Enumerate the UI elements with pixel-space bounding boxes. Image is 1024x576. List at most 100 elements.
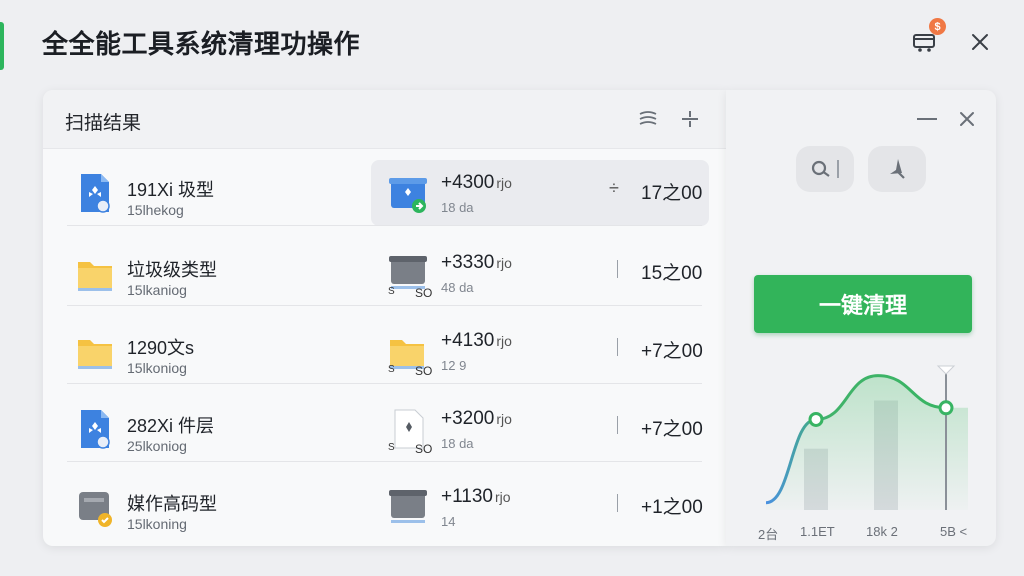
search-icon [811, 160, 839, 178]
result-row[interactable]: 1290文s 15lkoniog S SO +4130 rjo 12 9 +7之00 [43, 308, 726, 384]
gray-box-icon [389, 490, 427, 523]
row-name: 垃圾级类型 [127, 260, 217, 280]
yellow-folder-icon [78, 340, 112, 369]
row-size: 15之00 [641, 263, 703, 284]
row-name: 媒作高码型 [127, 494, 217, 514]
row-mid-suffix: SO [415, 364, 433, 378]
row-icon [75, 252, 115, 294]
row-divider [67, 461, 702, 462]
scan-results-card: 扫描结果 191Xi 圾型 15lhekog +4300 rjo 18 da ÷ 17之00… [43, 90, 726, 546]
row-mid-subtitle: 14 [441, 514, 456, 529]
row-count-value: +4300 [441, 172, 495, 193]
yellow-folder-icon [78, 262, 112, 291]
accent-bar [0, 22, 4, 70]
chart-marker-pointer [936, 365, 956, 375]
row-mid-prefix: S [388, 286, 395, 297]
result-row[interactable]: 垃圾级类型 15lkaniog S SO +3330 rjo 48 da 15之00 [43, 230, 726, 306]
row-mid-prefix: S [388, 442, 395, 453]
row-subtitle: 15lkaniog [127, 282, 187, 298]
row-separator [617, 338, 618, 356]
row-subtitle: 15lhekog [127, 202, 184, 218]
row-mid-subtitle: 48 da [441, 280, 474, 295]
row-count-value: +3330 [441, 252, 495, 273]
row-mid-subtitle: 18 da [441, 436, 474, 451]
card-title: 扫描结果 [65, 113, 142, 134]
close-button[interactable] [966, 28, 994, 56]
result-row[interactable]: 媒作高码型 15lkoning +1130 rjo 14 +1之00 [43, 464, 726, 540]
row-name: 1290文s [127, 338, 195, 358]
close-icon [960, 112, 974, 126]
chart-point [938, 400, 954, 416]
row-count: +4130 rjo [441, 330, 512, 352]
row-mid-prefix: S [388, 364, 395, 375]
row-separator [617, 260, 618, 278]
result-row[interactable]: 191Xi 圾型 15lhekog +4300 rjo 18 da ÷ 17之00 [43, 150, 726, 226]
chart-point [808, 411, 824, 427]
row-subtitle: 25lkoniog [127, 438, 187, 454]
row-mid-subtitle: 12 9 [441, 358, 467, 373]
result-row[interactable]: 282Xi 件层 25lkoniog S SO +3200 rjo 18 da +7之00 [43, 386, 726, 462]
sort-button[interactable] [635, 106, 661, 132]
side-close-button[interactable] [956, 106, 978, 132]
row-name: 191Xi 圾型 [127, 180, 215, 200]
minimize-icon [917, 118, 937, 120]
row-count-unit: rjo [496, 411, 512, 427]
row-separator [617, 416, 618, 434]
row-mid-suffix: SO [415, 442, 433, 456]
row-size: 17之00 [641, 183, 703, 204]
blue-file-icon [81, 174, 110, 213]
filter-button[interactable] [677, 106, 703, 132]
row-icon [75, 486, 115, 528]
side-panel: 一键清理 2台 1.1ET 18k 2 5B < [726, 90, 996, 546]
row-icon [75, 330, 115, 372]
row-count-unit: rjo [496, 333, 512, 349]
chart-x-label: 1.1ET [800, 524, 835, 539]
row-count: +3200 rjo [441, 408, 512, 430]
row-count: +1130 rjo [441, 486, 511, 508]
row-subtitle: 15lkoning [127, 516, 187, 532]
row-size: +7之00 [641, 341, 703, 362]
row-count-unit: rjo [496, 255, 512, 271]
tool-button[interactable] [868, 146, 926, 192]
gray-drive-icon [79, 492, 112, 527]
filter-icon [682, 111, 698, 127]
row-separator [617, 494, 618, 512]
row-divider [67, 225, 702, 226]
row-count: +3330 rjo [441, 252, 512, 274]
usage-chart [765, 365, 968, 510]
row-mid-icon [387, 486, 429, 528]
row-count-value: +1130 [441, 486, 493, 507]
row-count: +4300 rjo [441, 172, 512, 194]
chart-x-label: 2台 [758, 527, 779, 542]
row-mid-suffix: SO [415, 286, 433, 300]
sort-icon [639, 111, 657, 125]
row-size: +1之00 [641, 497, 703, 518]
app-title: 全全能工具系统清理功操作 [42, 29, 361, 59]
close-icon [972, 34, 988, 50]
row-divider [67, 383, 702, 384]
row-count-value: +4130 [441, 330, 495, 351]
chart-x-label: 5B < [940, 524, 968, 539]
card-header: 扫描结果 [43, 90, 726, 149]
search-tool-button[interactable] [796, 146, 854, 192]
blue-file-icon [81, 410, 110, 449]
row-icon [75, 408, 115, 450]
cart-badge: $ [929, 18, 946, 35]
row-subtitle: 15lkoniog [127, 360, 187, 376]
chart-x-label: 18k 2 [866, 524, 898, 539]
minimize-button[interactable] [916, 106, 938, 132]
row-count-unit: rjo [496, 175, 512, 191]
broom-icon [890, 159, 905, 179]
blue-box-icon [389, 178, 427, 213]
row-icon [75, 172, 115, 214]
cart-button[interactable]: $ [910, 18, 946, 56]
row-size: +7之00 [641, 419, 703, 440]
row-divider [67, 305, 702, 306]
row-equals-icon: ÷ [609, 178, 619, 198]
row-mid-icon [387, 172, 429, 214]
row-name: 282Xi 件层 [127, 416, 215, 436]
one-click-clean-button[interactable]: 一键清理 [754, 275, 972, 333]
row-count-unit: rjo [494, 489, 511, 505]
row-count-value: +3200 [441, 408, 495, 429]
row-mid-subtitle: 18 da [441, 200, 474, 215]
